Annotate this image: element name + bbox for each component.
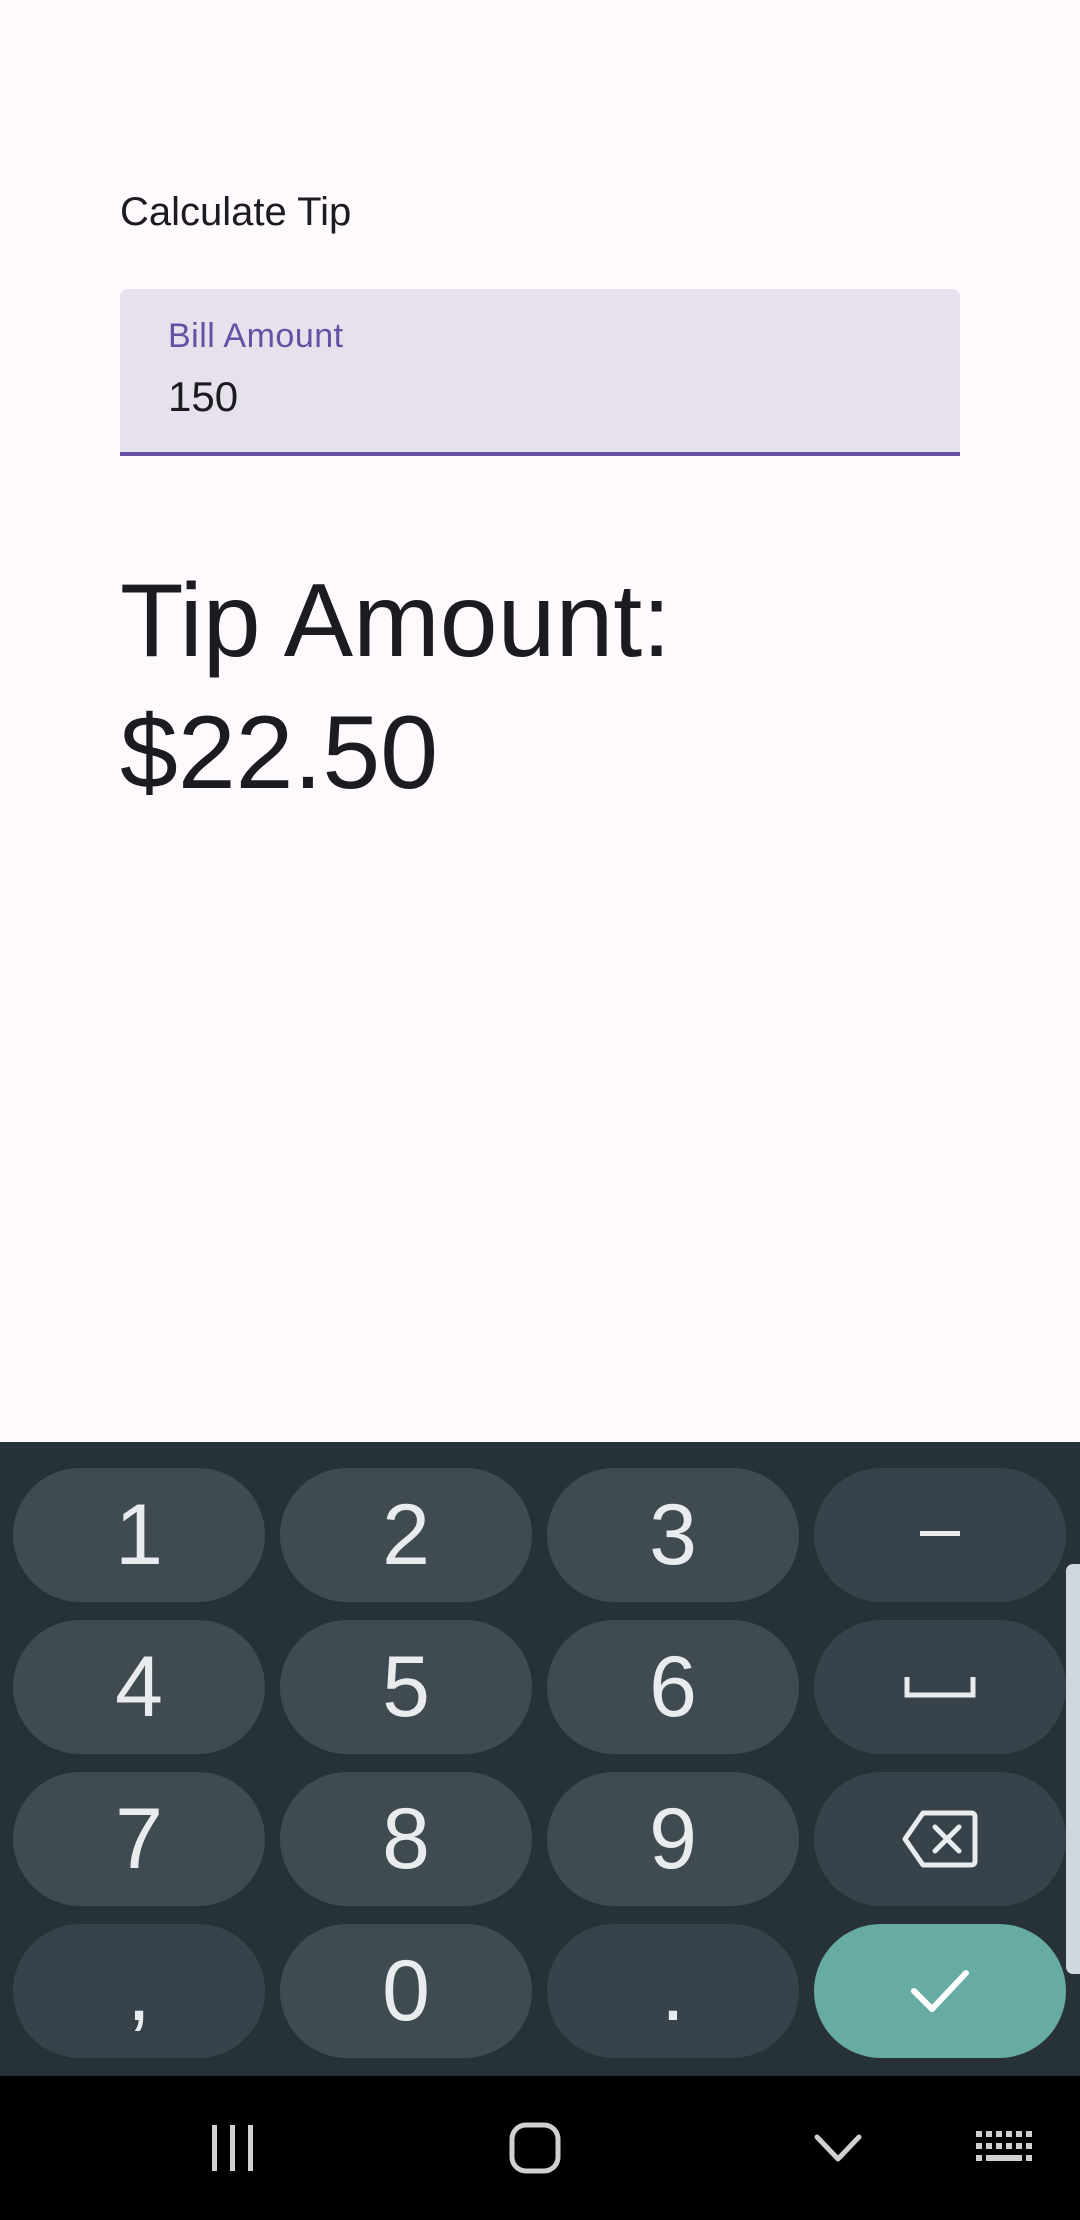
tip-amount-result: Tip Amount: $22.50 <box>120 563 672 811</box>
keyboard-switcher-button[interactable] <box>925 2076 1080 2220</box>
key-0[interactable]: 0 <box>280 1924 532 2058</box>
key-8[interactable]: 8 <box>280 1772 532 1906</box>
space-icon <box>904 1677 976 1698</box>
home-icon <box>509 2122 561 2174</box>
navigation-bar <box>0 2076 1080 2220</box>
key-comma[interactable]: , <box>13 1924 265 2058</box>
home-button[interactable] <box>455 2076 615 2220</box>
key-backspace[interactable] <box>814 1772 1066 1906</box>
bill-amount-label: Bill Amount <box>168 317 344 355</box>
key-4[interactable]: 4 <box>13 1620 265 1754</box>
numeric-keyboard: 1 2 3 4 5 6 7 8 9 , 0 . <box>0 1442 1080 2076</box>
keyboard-scroll-handle[interactable] <box>1066 1564 1080 1974</box>
key-period[interactable]: . <box>547 1924 799 2058</box>
bill-amount-field[interactable]: Bill Amount <box>120 289 960 456</box>
key-2[interactable]: 2 <box>280 1468 532 1602</box>
key-1[interactable]: 1 <box>13 1468 265 1602</box>
key-9[interactable]: 9 <box>547 1772 799 1906</box>
key-7[interactable]: 7 <box>13 1772 265 1906</box>
recent-apps-button[interactable] <box>153 2076 313 2220</box>
minus-icon <box>920 1531 960 1536</box>
key-3[interactable]: 3 <box>547 1468 799 1602</box>
key-minus[interactable] <box>814 1468 1066 1602</box>
backspace-icon <box>902 1810 978 1868</box>
key-5[interactable]: 5 <box>280 1620 532 1754</box>
status-bar <box>0 0 1080 64</box>
chevron-down-icon <box>814 2134 862 2162</box>
back-button[interactable] <box>758 2076 918 2220</box>
key-6[interactable]: 6 <box>547 1620 799 1754</box>
key-done[interactable] <box>814 1924 1066 2058</box>
keyboard-icon <box>976 2131 1032 2161</box>
page-title: Calculate Tip <box>120 190 352 234</box>
checkmark-icon <box>911 1970 969 2012</box>
bill-amount-input[interactable] <box>168 373 908 421</box>
recent-apps-icon <box>212 2125 253 2171</box>
key-space[interactable] <box>814 1620 1066 1754</box>
